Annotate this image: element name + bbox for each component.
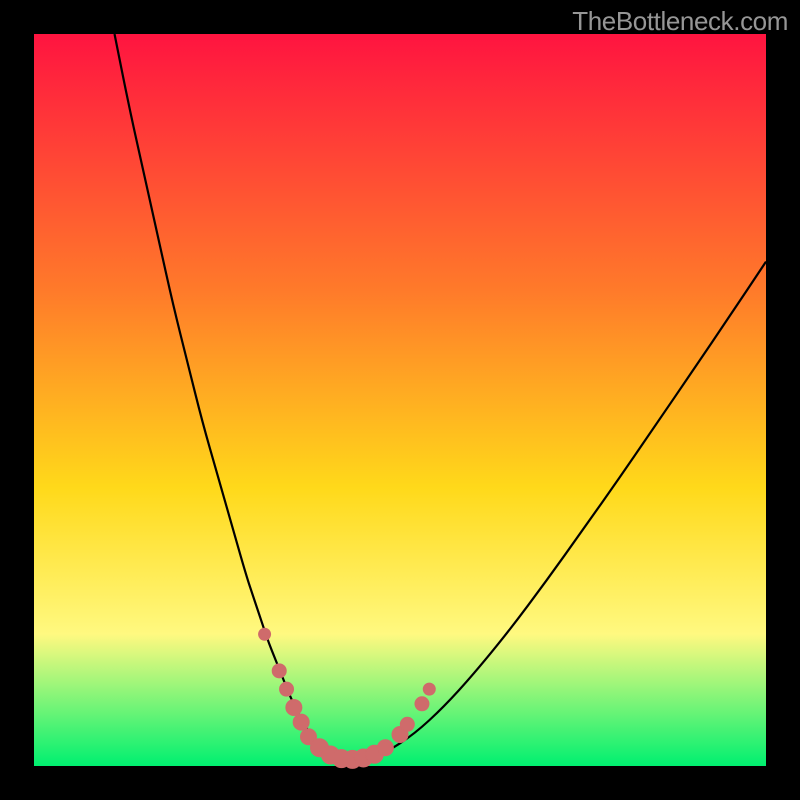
curve-marker bbox=[286, 699, 302, 715]
curve-marker bbox=[423, 683, 435, 695]
plot-gradient-background bbox=[34, 34, 766, 766]
curve-marker bbox=[280, 682, 294, 696]
watermark-text: TheBottleneck.com bbox=[572, 6, 788, 37]
bottleneck-chart bbox=[0, 0, 800, 800]
curve-marker bbox=[377, 740, 393, 756]
curve-marker bbox=[400, 717, 414, 731]
chart-container: TheBottleneck.com bbox=[0, 0, 800, 800]
curve-marker bbox=[293, 714, 309, 730]
curve-marker bbox=[272, 664, 286, 678]
curve-marker bbox=[415, 697, 429, 711]
curve-marker bbox=[259, 628, 271, 640]
